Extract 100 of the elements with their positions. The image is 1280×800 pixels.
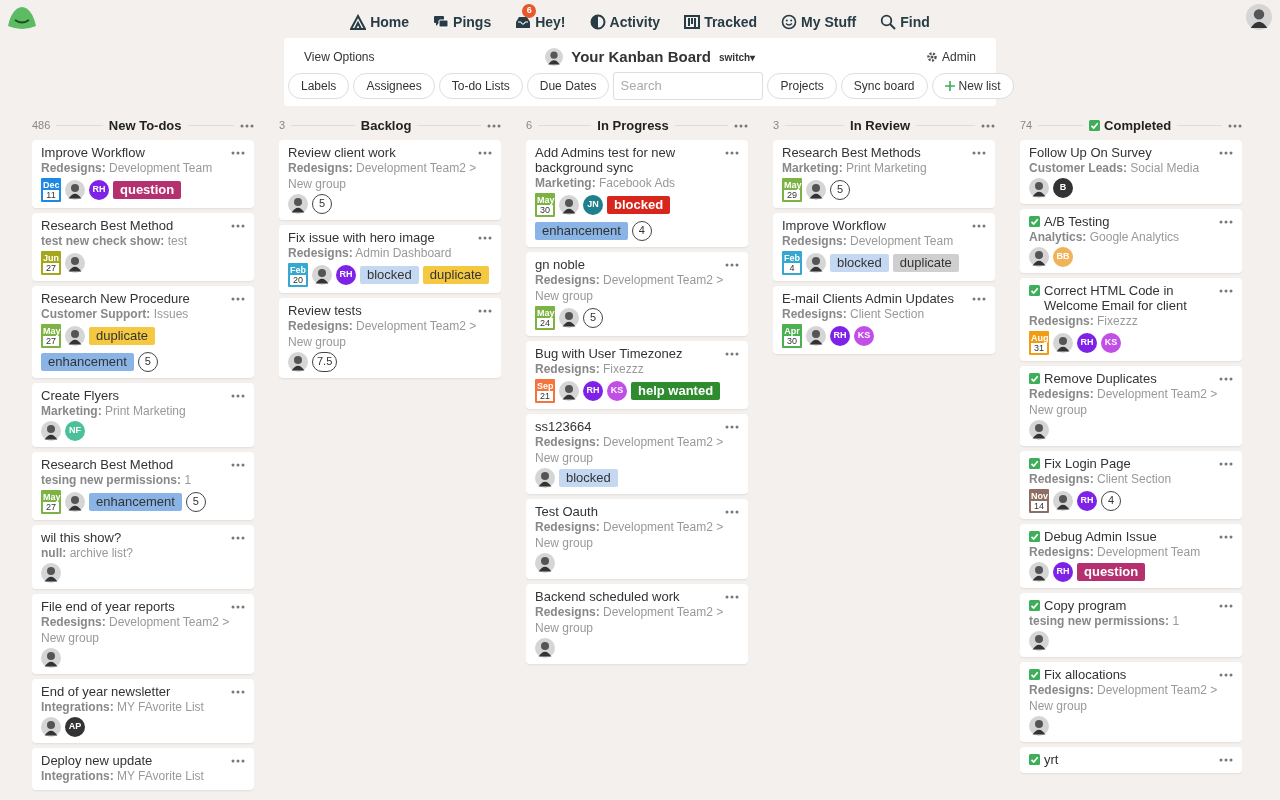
card-title[interactable]: Research New Procedure (41, 290, 190, 306)
more-icon[interactable] (478, 235, 492, 240)
more-icon[interactable] (725, 509, 739, 514)
todo-card[interactable]: ss123664 Redesigns: Development Team2 > New group blocked (526, 413, 748, 494)
more-icon[interactable] (478, 308, 492, 313)
more-icon[interactable] (1219, 603, 1233, 608)
card-title[interactable]: Follow Up On Survey (1029, 144, 1152, 160)
card-title[interactable]: Add Admins test for new background sync (535, 144, 717, 175)
more-icon[interactable] (231, 758, 245, 763)
todo-card[interactable]: E-mail Clients Admin Updates Redesigns: Client Section Apr 30 RH KS (773, 285, 995, 354)
more-icon[interactable] (231, 462, 245, 467)
more-icon[interactable] (1219, 672, 1233, 677)
more-icon[interactable] (231, 689, 245, 694)
todo-card[interactable]: Improve Workflow Redesigns: Development Team Dec 11 RH question (32, 139, 254, 208)
card-title[interactable]: Fix issue with hero image (288, 229, 435, 245)
search-field[interactable]: Search (613, 72, 764, 100)
card-title[interactable]: Test Oauth (535, 503, 598, 519)
card-title[interactable]: Backend scheduled work (535, 588, 680, 604)
more-icon[interactable] (231, 604, 245, 609)
todo-card[interactable]: Review tests Redesigns: Development Team2 > New group 7.5 (279, 297, 501, 378)
todo-card[interactable]: gn noble Redesigns: Development Team2 > New group May 24 5 (526, 251, 748, 336)
more-icon[interactable] (231, 296, 245, 301)
card-title[interactable]: A/B Testing (1044, 213, 1110, 229)
more-icon[interactable] (1219, 288, 1233, 293)
todo-card[interactable]: File end of year reports Redesigns: Development Team2 > New group (32, 593, 254, 674)
nav-link[interactable]: My Stuff (781, 3, 857, 33)
more-icon[interactable] (240, 123, 254, 128)
more-icon[interactable] (231, 223, 245, 228)
filter-button[interactable]: Sync board (840, 72, 928, 99)
logo-icon[interactable] (6, 4, 38, 32)
filter-button[interactable]: To-do Lists (438, 72, 523, 99)
more-icon[interactable] (972, 296, 986, 301)
more-icon[interactable] (725, 150, 739, 155)
todo-card[interactable]: Add Admins test for new background sync Marketing: Facebook Ads May 30 JN blocked enhancement 4 (526, 139, 748, 247)
todo-card[interactable]: Follow Up On Survey Customer Leads: Social Media B (1020, 139, 1242, 204)
filter-button[interactable]: Due Dates (526, 72, 610, 99)
nav-link[interactable]: Tracked (684, 3, 758, 33)
card-title[interactable]: Deploy new update (41, 752, 153, 768)
todo-card[interactable]: yrt (1020, 746, 1242, 773)
more-icon[interactable] (487, 123, 501, 128)
nav-link[interactable]: Home (350, 3, 410, 33)
todo-card[interactable]: Fix issue with hero image Redesigns: Admin Dashboard Feb 20 RH blocked duplicate (279, 224, 501, 293)
card-title[interactable]: Improve Workflow (782, 217, 886, 233)
card-title[interactable]: Fix allocations (1044, 666, 1127, 682)
more-icon[interactable] (972, 223, 986, 228)
todo-card[interactable]: Copy program tesing new permissions: 1 (1020, 592, 1242, 657)
todo-card[interactable]: End of year newsletter Integrations: MY FAvorite List AP (32, 678, 254, 743)
filter-button[interactable]: Projects (767, 72, 837, 99)
more-icon[interactable] (1219, 461, 1233, 466)
more-icon[interactable] (1219, 534, 1233, 539)
switch-link[interactable]: switch▾ (719, 49, 756, 65)
card-title[interactable]: Correct HTML Code in Welcome Email for client (1044, 282, 1211, 313)
card-title[interactable]: yrt (1044, 751, 1059, 767)
todo-card[interactable]: A/B Testing Analytics: Google Analytics BB (1020, 208, 1242, 273)
card-title[interactable]: Debug Admin Issue (1044, 528, 1157, 544)
card-title[interactable]: Review tests (288, 302, 362, 318)
more-icon[interactable] (1219, 150, 1233, 155)
card-title[interactable]: File end of year reports (41, 598, 175, 614)
nav-link[interactable]: Pings (433, 3, 492, 33)
todo-card[interactable]: Fix Login Page Redesigns: Client Section Nov 14 RH 4 (1020, 450, 1242, 519)
card-title[interactable]: End of year newsletter (41, 683, 171, 699)
more-icon[interactable] (231, 393, 245, 398)
todo-card[interactable]: Deploy new update Integrations: MY FAvorite List (32, 747, 254, 790)
filter-button[interactable]: Assignees (353, 72, 435, 99)
nav-link[interactable]: Activity (589, 3, 661, 33)
todo-card[interactable]: Fix allocations Redesigns: Development Team2 > New group (1020, 661, 1242, 742)
more-icon[interactable] (1219, 219, 1233, 224)
more-icon[interactable] (972, 150, 986, 155)
todo-card[interactable]: Bug with User Timezonez Redesigns: Fixezzz Sep 21 RH KS help wanted (526, 340, 748, 409)
todo-card[interactable]: Improve Workflow Redesigns: Development Team Feb 4 blocked duplicate (773, 212, 995, 281)
card-title[interactable]: Improve Workflow (41, 144, 145, 160)
todo-card[interactable]: Correct HTML Code in Welcome Email for client Redesigns: Fixezzz Aug 31 RH KS (1020, 277, 1242, 361)
more-icon[interactable] (1219, 376, 1233, 381)
todo-card[interactable]: wil this show? null: archive list? (32, 524, 254, 589)
new-list-button[interactable]: New list (931, 72, 1014, 99)
card-title[interactable]: Copy program (1044, 597, 1127, 613)
more-icon[interactable] (478, 150, 492, 155)
nav-link[interactable]: 6 Hey! (515, 3, 566, 33)
todo-card[interactable]: Review client work Redesigns: Development Team2 > New group 5 (279, 139, 501, 220)
todo-card[interactable]: Remove Duplicates Redesigns: Development Team2 > New group (1020, 365, 1242, 446)
admin-link[interactable]: Admin (925, 48, 976, 66)
card-title[interactable]: Research Best Method (41, 456, 174, 472)
card-title[interactable]: wil this show? (41, 529, 122, 545)
card-title[interactable]: Fix Login Page (1044, 455, 1131, 471)
card-title[interactable]: Review client work (288, 144, 396, 160)
todo-card[interactable]: Research New Procedure Customer Support: Issues May 27 duplicate enhancement 5 (32, 285, 254, 378)
more-icon[interactable] (231, 535, 245, 540)
filter-button[interactable]: Labels (288, 72, 350, 99)
more-icon[interactable] (725, 351, 739, 356)
more-icon[interactable] (725, 262, 739, 267)
card-title[interactable]: E-mail Clients Admin Updates (782, 290, 954, 306)
todo-card[interactable]: Create Flyers Marketing: Print Marketing NF (32, 382, 254, 447)
card-title[interactable]: Bug with User Timezonez (535, 345, 683, 361)
more-icon[interactable] (981, 123, 995, 128)
more-icon[interactable] (1219, 757, 1233, 762)
more-icon[interactable] (231, 150, 245, 155)
more-icon[interactable] (725, 594, 739, 599)
card-title[interactable]: Create Flyers (41, 387, 120, 403)
todo-card[interactable]: Research Best Method tesing new permissions: 1 May 27 enhancement 5 (32, 451, 254, 520)
more-icon[interactable] (1228, 123, 1242, 128)
